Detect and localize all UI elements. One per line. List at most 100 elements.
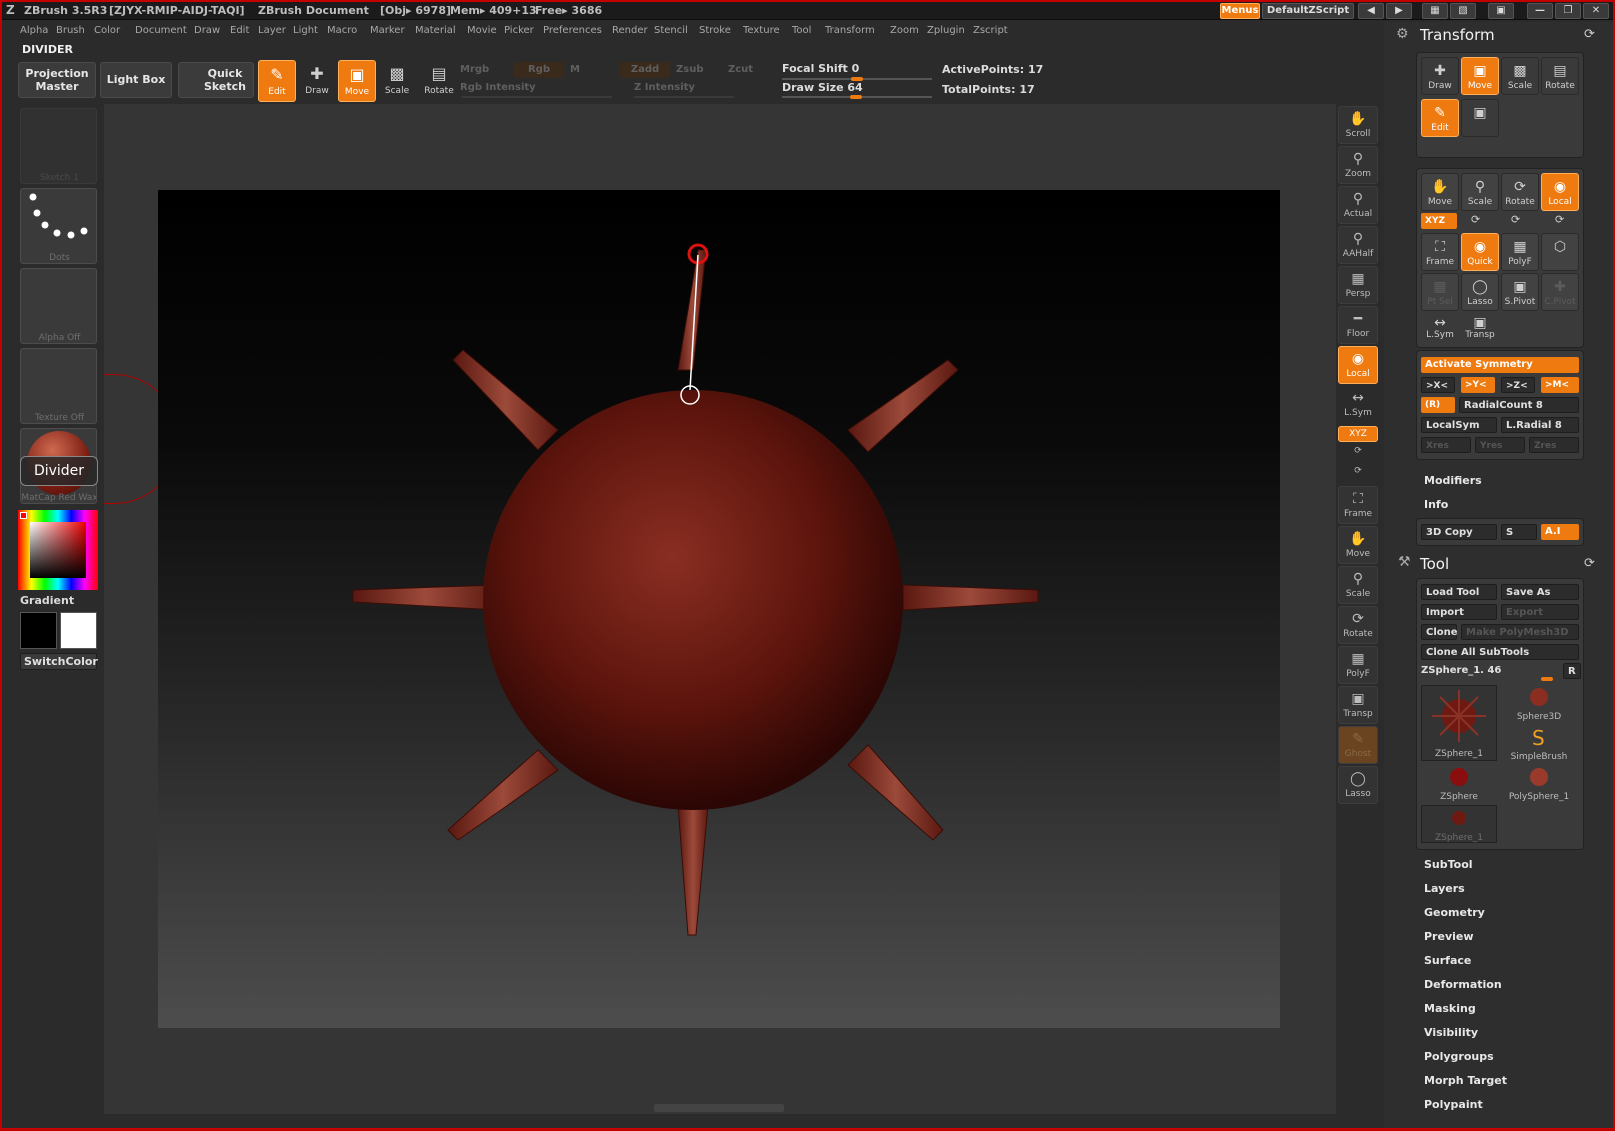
morph-target-section[interactable]: Morph Target [1424,1074,1507,1087]
menu-draw[interactable]: Draw [194,25,220,36]
stroke-dots-thumb[interactable]: Dots [20,188,97,264]
layout-alt-icon[interactable]: ▧ [1450,3,1476,19]
polyf-tr-button[interactable]: ▦ PolyF [1501,233,1539,271]
move-view-button[interactable]: ✋ Move [1338,526,1378,564]
document-viewport[interactable] [158,190,1280,1028]
clone-all-subtools-button[interactable]: Clone All SubTools [1421,644,1579,660]
rgb-intensity-slider[interactable]: Rgb Intensity [460,82,536,93]
quick-sketch-button[interactable]: Quick Sketch [178,62,254,98]
scroll-left-icon[interactable]: ◀ [1358,3,1384,19]
activate-symmetry-button[interactable]: Activate Symmetry [1421,357,1579,373]
snapshot-button[interactable]: ▣ [1461,99,1499,137]
menu-transform[interactable]: Transform [825,25,875,36]
menu-stencil[interactable]: Stencil [654,25,688,36]
radial-toggle[interactable]: (R) [1421,397,1455,413]
alpha-thumb[interactable]: Alpha Off [20,268,97,344]
local-sym-toggle[interactable]: LocalSym [1421,417,1497,433]
zsub-toggle[interactable]: Zsub [676,64,703,75]
scale-view-button[interactable]: ⚲ Scale [1338,566,1378,604]
radial-count-slider[interactable]: RadialCount 8 [1459,397,1579,413]
x-axis-toggle[interactable]: >X< [1421,377,1455,393]
tr-edit-button[interactable]: ✎ Edit [1421,99,1459,137]
pt-sel-button[interactable]: ▦ Pt Sel [1421,273,1459,311]
restore-icon[interactable]: ❐ [1555,3,1581,19]
view-scale-button[interactable]: ⚲ Scale [1461,173,1499,211]
default-zscript-button[interactable]: DefaultZScript [1262,3,1354,19]
geometry-section[interactable]: Geometry [1424,906,1485,919]
scroll-button[interactable]: ✋ Scroll [1338,106,1378,144]
polypaint-section[interactable]: Polypaint [1424,1098,1483,1111]
cube-button[interactable]: ⬡ [1541,233,1579,271]
tool-slider-knob[interactable] [1541,677,1553,681]
info-section[interactable]: Info [1424,498,1448,511]
rotate-y-icon[interactable]: ⟳ [1338,446,1378,462]
canvas-scroll-handle[interactable] [654,1104,784,1112]
zoom-button[interactable]: ⚲ Zoom [1338,146,1378,184]
persp-button[interactable]: ▦ Persp [1338,266,1378,304]
menu-render[interactable]: Render [612,25,648,36]
z-intensity-slider[interactable]: Z Intensity [634,82,695,93]
mrgb-toggle[interactable]: Mrgb [460,64,489,75]
s-pivot-button[interactable]: ▣ S.Pivot [1501,273,1539,311]
actual-button[interactable]: ⚲ Actual [1338,186,1378,224]
menu-edit[interactable]: Edit [230,25,249,36]
draw-size-knob[interactable] [850,95,862,99]
save-as-button[interactable]: Save As [1501,584,1579,600]
export-button[interactable]: Export [1501,604,1579,620]
make-polymesh-button[interactable]: Make PolyMesh3D [1461,624,1579,640]
menu-zplugin[interactable]: Zplugin [927,25,965,36]
lasso-button[interactable]: ◯ Lasso [1338,766,1378,804]
transform-title[interactable]: Transform [1420,26,1495,44]
local-button[interactable]: ◉ Local [1338,346,1378,384]
preview-section[interactable]: Preview [1424,930,1474,943]
color-picker[interactable] [18,510,98,590]
rotate-view-button[interactable]: ⟳ Rotate [1338,606,1378,644]
tool-thumb-zsphere-main[interactable]: ZSphere_1 [1421,685,1497,761]
3d-copy-button[interactable]: 3D Copy [1421,524,1497,540]
subtool-section[interactable]: SubTool [1424,858,1473,871]
move-mode-button[interactable]: ▣ Move [338,60,376,102]
frame-tr-button[interactable]: ⛶ Frame [1421,233,1459,271]
modifiers-section[interactable]: Modifiers [1424,474,1482,487]
lsym-button[interactable]: ↔ L.Sym [1338,386,1378,424]
load-tool-button[interactable]: Load Tool [1421,584,1497,600]
xyz-toggle[interactable]: XYZ [1338,426,1378,442]
tr-draw-button[interactable]: ✚ Draw [1421,57,1459,95]
tool-thumb-polysphere[interactable]: PolySphere_1 [1501,765,1577,803]
scroll-right-icon[interactable]: ▶ [1386,3,1412,19]
frame-button[interactable]: ⛶ Frame [1338,486,1378,524]
menu-material[interactable]: Material [415,25,456,36]
menu-preferences[interactable]: Preferences [543,25,602,36]
minimize-icon[interactable]: — [1527,3,1553,19]
surface-section[interactable]: Surface [1424,954,1471,967]
aahalf-button[interactable]: ⚲ AAHalf [1338,226,1378,264]
scale-mode-button[interactable]: ▩ Scale [378,60,416,102]
texture-thumb[interactable]: Texture Off [20,348,97,424]
tool-thumb-zsphere[interactable]: ZSphere [1421,765,1497,803]
tr-scale-button[interactable]: ▩ Scale [1501,57,1539,95]
menu-layer[interactable]: Layer [258,25,286,36]
menu-texture[interactable]: Texture [743,25,780,36]
menu-stroke[interactable]: Stroke [699,25,731,36]
ghost-button[interactable]: ✎ Ghost [1338,726,1378,764]
menu-brush[interactable]: Brush [56,25,85,36]
transp-button[interactable]: ▣ Transp [1338,686,1378,724]
transp-tr-button[interactable]: ▣ Transp [1461,313,1499,345]
z-rotation-icon[interactable]: ⟳ [1511,213,1520,226]
gradient-label[interactable]: Gradient [20,594,74,607]
import-button[interactable]: Import [1421,604,1497,620]
m-axis-toggle[interactable]: >M< [1541,377,1579,393]
menu-document[interactable]: Document [135,25,187,36]
close-icon[interactable]: ✕ [1583,3,1609,19]
clone-button[interactable]: Clone [1421,624,1458,640]
transform-reset-icon[interactable]: ⟳ [1584,27,1595,42]
free-rotation-icon[interactable]: ⟳ [1555,213,1564,226]
sketch-thumb[interactable]: Sketch 1 [20,108,97,184]
view-local-button[interactable]: ◉ Local [1541,173,1579,211]
menu-zscript[interactable]: Zscript [973,25,1008,36]
tool-r-button[interactable]: R [1563,663,1581,679]
zadd-toggle[interactable]: Zadd [620,62,670,78]
layout-icon[interactable]: ▦ [1422,3,1448,19]
y-axis-toggle[interactable]: >Y< [1461,377,1495,393]
menu-macro[interactable]: Macro [327,25,357,36]
